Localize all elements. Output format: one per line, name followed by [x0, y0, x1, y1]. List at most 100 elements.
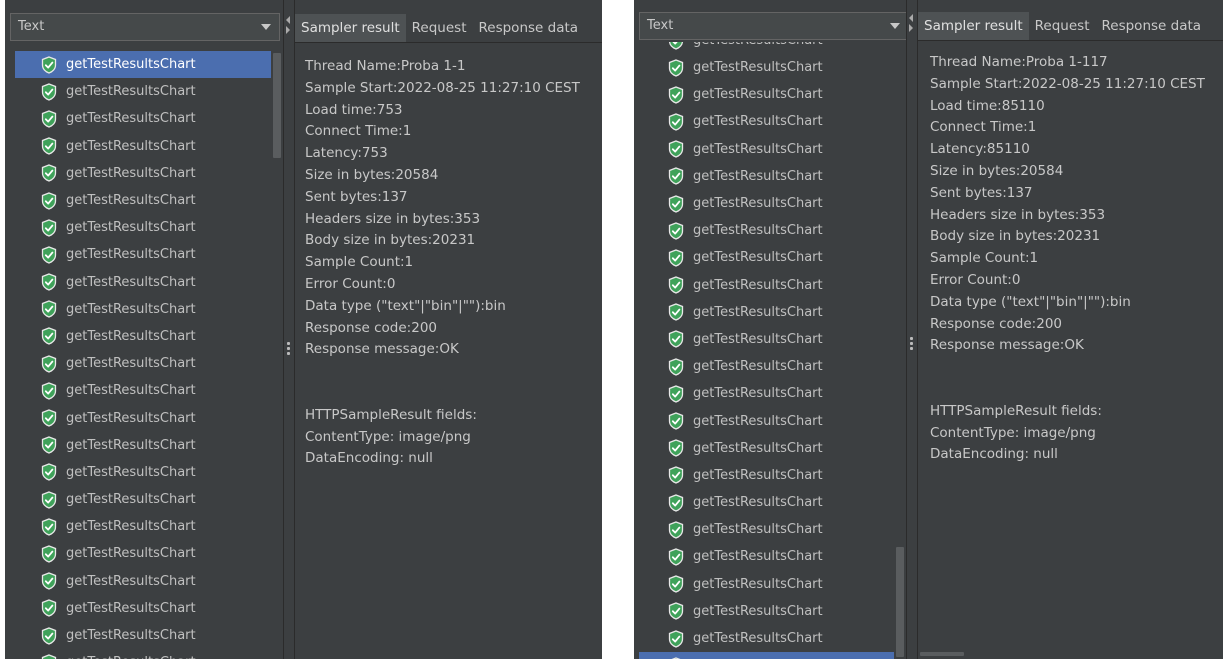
tree-item[interactable]: getTestResultsChart [5, 105, 283, 132]
shield-check-icon [668, 303, 684, 321]
tree-item[interactable]: getTestResultsChart [634, 571, 906, 598]
tree-item[interactable]: getTestResultsChart [5, 622, 283, 649]
tree-item[interactable]: getTestResultsChart [634, 435, 906, 462]
split-pane-divider[interactable] [283, 0, 295, 659]
tree-vertical-scrollbar[interactable] [894, 42, 906, 659]
tab-sampler-result[interactable]: Sampler result [918, 12, 1029, 40]
tree-item[interactable]: getTestResultsChart [5, 187, 283, 214]
tree-item[interactable]: getTestResultsChart [5, 269, 283, 296]
tree-item[interactable]: getTestResultsChart [634, 136, 906, 163]
tree-item[interactable]: getTestResultsChart [634, 42, 906, 54]
tree-item[interactable]: getTestResultsChart [634, 272, 906, 299]
tab-request[interactable]: Request [406, 14, 473, 42]
collapse-right-arrow-icon[interactable] [909, 24, 913, 32]
tree-item[interactable]: getTestResultsChart [5, 540, 283, 567]
tree-item[interactable]: getTestResultsChart [634, 54, 906, 81]
tree-item-label: getTestResultsChart [693, 196, 823, 212]
tree-item[interactable]: getTestResultsChart [5, 432, 283, 459]
detail-line: Thread Name:Proba 1-117 [930, 54, 1108, 70]
tree-item[interactable]: getTestResultsChart [5, 214, 283, 241]
tree-item[interactable]: getTestResultsChart [5, 78, 283, 105]
tree-item[interactable]: getTestResultsChart [634, 190, 906, 217]
tree-item[interactable]: getTestResultsChart [5, 649, 283, 659]
detail-line: Response code:200 [305, 319, 438, 336]
tree-item[interactable]: getTestResultsChart [5, 568, 283, 595]
tree-item[interactable]: getTestResultsChart [634, 543, 906, 570]
tree-item[interactable]: getTestResultsChart [634, 462, 906, 489]
tree-item[interactable]: getTestResultsChart [634, 625, 906, 652]
shield-check-icon [668, 58, 684, 77]
tree-item[interactable]: getTestResultsChart [5, 459, 283, 486]
tree-item[interactable]: getTestResultsChart [634, 407, 906, 434]
tree-item[interactable]: getTestResultsChart [15, 51, 275, 79]
tree-item-label: getTestResultsChart [693, 440, 823, 456]
tree-item[interactable]: getTestResultsChart [5, 350, 283, 377]
tree-item[interactable]: getTestResultsChart [634, 380, 906, 407]
shield-check-icon [41, 137, 57, 155]
collapse-left-arrow-icon[interactable] [909, 14, 913, 22]
tree-item-label: getTestResultsChart [693, 304, 823, 320]
tree-vertical-scrollbar[interactable] [271, 51, 283, 659]
tab-response-data[interactable]: Response data [1096, 12, 1208, 40]
tree-item[interactable]: getTestResultsChart [634, 108, 906, 135]
tree-item-label: getTestResultsChart [66, 111, 196, 127]
tree-item[interactable]: getTestResultsChart [634, 489, 906, 516]
tree-item-label: getTestResultsChart [693, 277, 823, 293]
split-pane-divider[interactable] [906, 0, 918, 659]
collapse-left-arrow-icon[interactable] [286, 16, 290, 24]
tree-item[interactable]: getTestResultsChart [634, 353, 906, 380]
results-tree[interactable]: getTestResultsChart getTestResultsChart ge… [5, 51, 283, 659]
shield-check-icon [668, 42, 684, 50]
view-mode-select[interactable]: Text [639, 12, 909, 40]
detail-line: Load time:85110 [930, 97, 1045, 114]
tree-scrollbar-thumb[interactable] [273, 53, 281, 158]
collapse-right-arrow-icon[interactable] [286, 26, 290, 34]
tree-item[interactable]: getTestResultsChart [5, 323, 283, 350]
view-mode-select[interactable]: Text [10, 13, 280, 41]
details-horizontal-scrollbar[interactable] [920, 652, 964, 656]
shield-check-icon [668, 140, 684, 158]
tree-item[interactable]: getTestResultsChart [5, 595, 283, 622]
tree-item[interactable]: getTestResultsChart [634, 163, 906, 190]
shield-check-icon [668, 466, 684, 485]
tree-item[interactable]: getTestResultsChart [5, 486, 283, 513]
results-tree-column: Text getTestResultsChart getTestResultsCh… [5, 0, 283, 659]
tree-item-label: getTestResultsChart [693, 250, 823, 266]
shield-check-icon [41, 490, 57, 509]
detail-line: Response code:200 [930, 315, 1063, 332]
tree-item[interactable]: getTestResultsChart [5, 377, 283, 404]
tree-item[interactable]: getTestResultsChart [5, 160, 283, 187]
tree-item[interactable]: getTestResultsChart [639, 652, 899, 659]
drag-grip-icon[interactable] [910, 337, 913, 352]
shield-check-icon [668, 330, 684, 349]
tree-item-label: getTestResultsChart [66, 383, 196, 399]
tree-item[interactable]: getTestResultsChart [5, 404, 283, 431]
detail-line: Data type ("text"|"bin"|""):bin [305, 297, 506, 314]
tree-item[interactable]: getTestResultsChart [634, 299, 906, 326]
tab-sampler-result[interactable]: Sampler result [295, 14, 406, 42]
shield-check-icon [41, 545, 57, 563]
tree-item[interactable]: getTestResultsChart [634, 516, 906, 543]
tab-response-data[interactable]: Response data [473, 14, 585, 42]
results-tree[interactable]: getTestResultsChart getTestResultsChart ge… [634, 42, 906, 659]
tree-item-label: getTestResultsChart [693, 576, 823, 592]
tree-item[interactable]: getTestResultsChart [5, 513, 283, 540]
tree-item[interactable]: getTestResultsChart [634, 81, 906, 108]
shield-check-icon [668, 548, 684, 566]
tree-item[interactable]: getTestResultsChart [634, 244, 906, 271]
tree-item[interactable]: getTestResultsChart [634, 217, 906, 244]
shield-check-icon [668, 602, 684, 621]
tree-item[interactable]: getTestResultsChart [634, 598, 906, 625]
tree-item[interactable]: getTestResultsChart [5, 133, 283, 160]
drag-grip-icon[interactable] [287, 342, 290, 357]
tree-item[interactable]: getTestResultsChart [634, 326, 906, 353]
shield-check-icon [668, 222, 684, 240]
tree-item-label: getTestResultsChart [66, 410, 196, 426]
detail-line: Data type ("text"|"bin"|""):bin [930, 293, 1131, 310]
tree-scrollbar-thumb[interactable] [896, 547, 904, 657]
tree-item-label: getTestResultsChart [693, 413, 823, 429]
tab-request[interactable]: Request [1029, 12, 1096, 40]
tree-item[interactable]: getTestResultsChart [5, 241, 283, 268]
tree-item[interactable]: getTestResultsChart [5, 296, 283, 323]
sampler-details-area: Sampler result Request Response data Threa… [295, 0, 602, 659]
